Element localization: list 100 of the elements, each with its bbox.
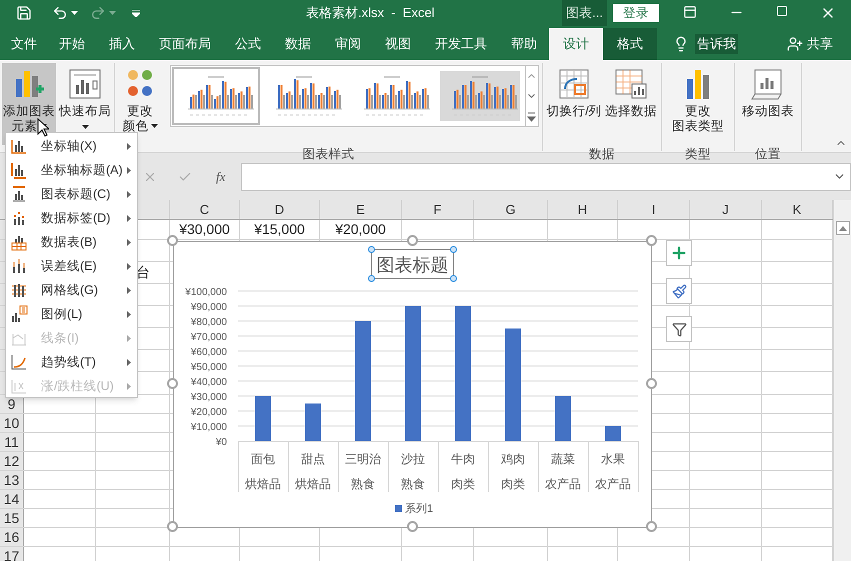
submenu-arrow-icon (127, 214, 131, 222)
ribbon-tab[interactable]: 开发工具 (423, 28, 499, 60)
menu-item[interactable]: 误差线(E) (6, 254, 137, 278)
chart-filters-button[interactable] (666, 316, 692, 342)
submenu-arrow-icon (127, 310, 131, 318)
row-header[interactable]: 13 (0, 471, 24, 489)
axis-label: ¥50,000 (190, 362, 227, 373)
row-header[interactable]: 17 (0, 547, 24, 561)
ribbon-tab[interactable]: 帮助 (499, 28, 549, 60)
legend-marker (395, 505, 402, 512)
column-header[interactable]: F (402, 200, 474, 219)
chart-elements-button[interactable] (666, 240, 692, 266)
category-group-label: 烘焙品 (245, 477, 281, 491)
caret-icon (71, 11, 78, 15)
category-label: 鸡肉 (501, 452, 525, 466)
menu-item[interactable]: 图例(L) (6, 302, 137, 326)
ribbon-button[interactable]: 移动图表 (738, 63, 798, 145)
menu-item[interactable]: 图表标题(C) (6, 182, 137, 206)
group-label: 类型 (685, 146, 711, 163)
axis-label: ¥90,000 (190, 302, 227, 313)
maximize-icon[interactable] (776, 5, 788, 17)
menu-item[interactable]: 趋势线(T) (6, 350, 137, 374)
ribbon-tab[interactable]: 设计 (549, 28, 603, 60)
bar (305, 404, 321, 441)
column-header[interactable]: D (240, 200, 320, 219)
category-label: 水果 (601, 452, 625, 466)
ribbon-tab[interactable]: 插入 (97, 28, 147, 60)
chart-area[interactable]: 图表标题 ¥0 ¥10,000 ¥20,000 ¥30,000 ¥40,000 ¥50,000 ¥60,000 ¥70,000 ¥80,000 ¥90,000 ¥100,000 面包 甜点 三明治 沙拉 牛肉 鸡肉 蔬菜 水果 烘焙品 烘焙品 熟食 熟食 肉类 肉类 农产品 农产品 系列1 (173, 241, 652, 528)
bar (555, 396, 571, 441)
chart-styles-button[interactable] (666, 278, 692, 304)
menu-item[interactable]: 数据标签(D) (6, 206, 137, 230)
grid-cell[interactable]: ¥20,000 (320, 220, 402, 239)
grid-cell[interactable]: ¥15,000 (240, 220, 320, 239)
axis-title-icon (10, 161, 28, 179)
menu-item[interactable]: 数据表(B) (6, 230, 137, 254)
column-header[interactable]: H (548, 200, 618, 219)
user-add-icon (787, 36, 803, 52)
category-group-label: 熟食 (351, 477, 375, 491)
submenu-arrow-icon (127, 358, 131, 366)
error-bars-icon (10, 257, 28, 275)
ribbon-tab[interactable]: 页面布局 (147, 28, 223, 60)
scroll-up-icon[interactable] (838, 226, 846, 230)
submenu-arrow-icon (127, 142, 131, 150)
up-down-bars-icon (10, 377, 28, 395)
submenu-arrow-icon (127, 238, 131, 246)
save-icon[interactable] (16, 5, 32, 21)
ribbon-tab[interactable]: 公式 (223, 28, 273, 60)
ribbon-tab[interactable]: 视图 (373, 28, 423, 60)
row-header[interactable]: 11 (0, 433, 24, 451)
undo-icon[interactable] (52, 5, 68, 21)
submenu-arrow-icon (127, 382, 131, 390)
category-label: 沙拉 (401, 452, 425, 466)
row-header[interactable]: 10 (0, 414, 24, 432)
share-button[interactable]: 共享 (787, 28, 833, 60)
ribbon-tab[interactable]: 文件 (1, 28, 47, 60)
ribbon-tab[interactable]: 格式 (603, 28, 657, 60)
insert-function-button[interactable]: fx (216, 166, 226, 186)
category-group-label: 肉类 (451, 477, 475, 491)
category-label: 蔬菜 (551, 452, 575, 466)
menu-item[interactable]: 网格线(G) (6, 278, 137, 302)
column-header[interactable]: I (618, 200, 690, 219)
group-label: 数据 (589, 146, 615, 163)
table-swap-icon (557, 67, 591, 101)
axis-label: ¥70,000 (190, 332, 227, 343)
ribbon-button[interactable]: 切换行/列 (546, 63, 602, 145)
axis-label: ¥40,000 (190, 377, 227, 388)
axis-label: ¥10,000 (190, 422, 227, 433)
category-group-label: 熟食 (401, 477, 425, 491)
row-header[interactable]: 15 (0, 509, 24, 527)
chart-style-thumbnail[interactable] (172, 67, 260, 125)
submenu-arrow-icon (127, 334, 131, 342)
selection-frame[interactable] (368, 246, 457, 282)
row-header[interactable]: 14 (0, 490, 24, 508)
ribbon-button[interactable]: 更改 图表类型 (665, 63, 731, 145)
formula-input[interactable] (241, 162, 851, 190)
ribbon-tab[interactable]: 数据 (273, 28, 323, 60)
ribbon-tab[interactable]: 审阅 (323, 28, 373, 60)
category-group-label: 肉类 (501, 477, 525, 491)
chart-title-icon (10, 185, 28, 203)
submenu-arrow-icon (127, 262, 131, 270)
ribbon-display-icon[interactable] (683, 5, 697, 19)
menu-item[interactable]: 坐标轴标题(A) (6, 158, 137, 182)
customize-icon[interactable] (132, 10, 140, 16)
legend-label: 系列1 (405, 503, 434, 515)
sign-in-button[interactable]: 登录 (613, 4, 659, 22)
category-group-label: 烘焙品 (295, 477, 331, 491)
axis-label: ¥0 (216, 437, 227, 448)
row-header[interactable]: 16 (0, 528, 24, 546)
group-label: 位置 (755, 146, 781, 163)
column-header[interactable]: G (474, 200, 548, 219)
context-tab-label: 图表... (562, 0, 607, 26)
category-label: 三明治 (345, 452, 381, 466)
trendline-icon (10, 353, 28, 371)
column-header[interactable]: E (320, 200, 402, 219)
column-header[interactable]: J (690, 200, 762, 219)
row-header[interactable]: 12 (0, 452, 24, 470)
ribbon-tab[interactable]: 开始 (47, 28, 97, 60)
column-header[interactable]: C (170, 200, 240, 219)
tell-me-field[interactable]: 告诉我 (695, 34, 738, 54)
ribbon-button[interactable]: 选择数据 (604, 63, 658, 145)
